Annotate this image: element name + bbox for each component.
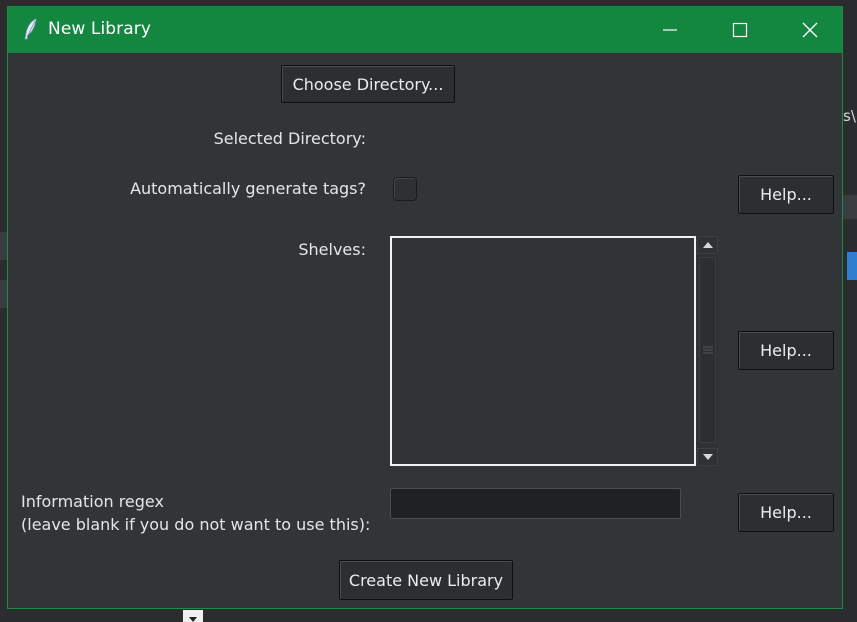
shelves-listbox[interactable] [390, 236, 696, 466]
grip-icon [702, 346, 713, 354]
desktop: s\ New Library Choose Directory... Selec… [0, 0, 857, 622]
regex-input[interactable] [390, 488, 681, 519]
scrollbar-thumb[interactable] [699, 257, 716, 443]
auto-tags-help-button[interactable]: Help... [738, 175, 834, 214]
background-dropdown-arrow[interactable] [183, 610, 203, 622]
selected-directory-label: Selected Directory: [213, 129, 366, 148]
chevron-down-icon [189, 617, 197, 622]
auto-tags-checkbox[interactable] [393, 177, 417, 201]
regex-help-button[interactable]: Help... [738, 493, 834, 532]
background-app-panel [843, 195, 857, 219]
close-button[interactable] [775, 7, 845, 53]
scroll-down-button[interactable] [697, 448, 718, 466]
regex-label-line1: Information regex [21, 492, 164, 511]
shelves-scrollbar[interactable] [697, 236, 718, 466]
maximize-icon [732, 22, 748, 38]
shelves-label: Shelves: [298, 240, 366, 259]
regex-label-line2: (leave blank if you do not want to use t… [21, 515, 371, 534]
feather-icon [22, 18, 40, 40]
minimize-button[interactable] [635, 7, 705, 53]
scroll-up-button[interactable] [697, 236, 718, 254]
background-app-text: s\ [843, 107, 856, 125]
auto-tags-label: Automatically generate tags? [130, 179, 366, 198]
triangle-up-icon [702, 242, 713, 248]
create-new-library-button[interactable]: Create New Library [339, 560, 513, 600]
choose-directory-button[interactable]: Choose Directory... [281, 65, 455, 103]
background-app-selection [847, 252, 857, 280]
background-app-edge-2 [0, 280, 7, 308]
triangle-down-icon [702, 454, 713, 460]
close-icon [802, 22, 818, 38]
window-title: New Library [48, 19, 152, 39]
shelves-help-button[interactable]: Help... [738, 331, 834, 370]
title-bar[interactable]: New Library [8, 7, 842, 53]
maximize-button[interactable] [705, 7, 775, 53]
new-library-dialog: New Library Choose Directory... Selected… [7, 6, 843, 609]
background-app-edge [0, 232, 7, 260]
minimize-icon [663, 29, 677, 31]
